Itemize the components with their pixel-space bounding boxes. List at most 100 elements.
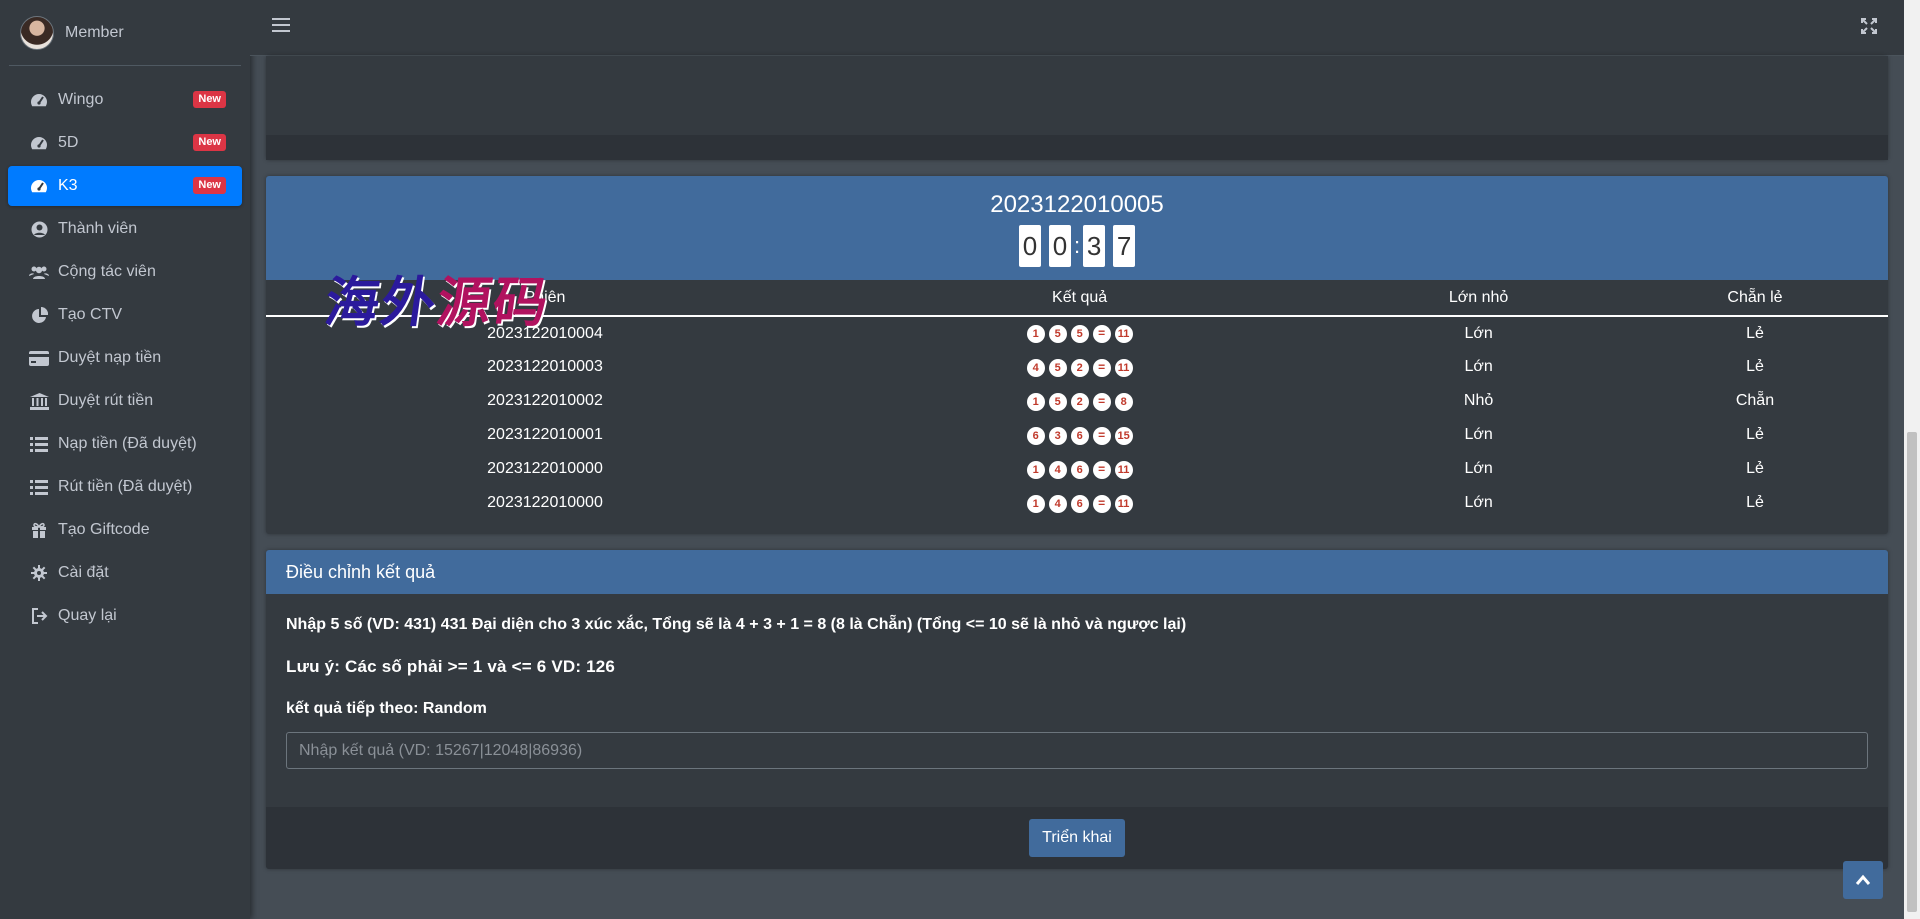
size-cell: Lớn	[1464, 358, 1493, 375]
die-value: 2	[1070, 358, 1089, 377]
sidebar-item-label: Duyệt rút tiền	[58, 392, 154, 409]
sidebar-item-t-o-ctv[interactable]: Tạo CTV	[8, 295, 242, 335]
equals-sign: =	[1092, 358, 1111, 377]
dice-result: 1 5 5 = 11	[1026, 325, 1133, 343]
results-table: Phiên Kết quả Lớn nhỏ Chẵn lẻ 2023122010…	[266, 280, 1888, 520]
die-value: 1	[1026, 392, 1045, 411]
adjust-card: Điều chỉnh kết quả Nhập 5 số (VD: 431) 4…	[266, 550, 1888, 869]
die-value: 6	[1026, 426, 1045, 445]
die-value: 1	[1026, 460, 1045, 479]
page-scrollbar[interactable]	[1904, 0, 1920, 919]
sidebar-item-r-t-ti-n-duy-t[interactable]: Rút tiền (Đã duyệt)	[8, 467, 242, 507]
timer-digit: 7	[1113, 225, 1136, 267]
size-cell: Lớn	[1464, 494, 1493, 511]
sidebar-item-label: 5D	[58, 134, 79, 151]
main-content: 2023122010005 0 0 : 3 7 Phiên Kết quả Lớ…	[266, 56, 1888, 869]
results-table-wrap: Phiên Kết quả Lớn nhỏ Chẵn lẻ 2023122010…	[266, 280, 1888, 534]
session-cell: 2023122010002	[487, 392, 603, 409]
equals-sign: =	[1092, 325, 1111, 343]
bank-icon	[28, 392, 50, 410]
menu-toggle-icon[interactable]	[272, 18, 290, 34]
sidebar-item-t-o-giftcode[interactable]: Tạo Giftcode	[8, 510, 242, 550]
result-input[interactable]	[286, 732, 1868, 769]
col-header-result: Kết quả	[824, 280, 1336, 317]
user-circle-icon	[28, 220, 50, 238]
die-value: 5	[1048, 325, 1067, 343]
table-row: 2023122010000 1 4 6 = 11 Lớn Lẻ	[266, 452, 1888, 486]
gift-icon	[28, 521, 50, 539]
die-value: 6	[1070, 460, 1089, 479]
top-card-footer	[266, 136, 1888, 160]
parity-cell: Lẻ	[1746, 494, 1764, 511]
adjust-body: Nhập 5 số (VD: 431) 431 Đại diện cho 3 x…	[266, 594, 1888, 807]
dice-total: 11	[1114, 460, 1133, 479]
table-row: 2023122010004 1 5 5 = 11 Lớn Lẻ	[266, 316, 1888, 350]
table-row: 2023122010000 1 4 6 = 11 Lớn Lẻ	[266, 486, 1888, 520]
dice-result: 1 4 6 = 11	[1026, 494, 1133, 513]
result-cell: 4 5 2 = 11	[824, 350, 1335, 384]
size-cell: Nhỏ	[1463, 392, 1494, 409]
sidebar-item-label: Wingo	[58, 91, 104, 108]
table-row: 2023122010003 4 5 2 = 11 Lớn Lẻ	[266, 350, 1888, 384]
result-cell: 1 5 5 = 11	[824, 316, 1335, 350]
deploy-button[interactable]: Triển khai	[1029, 819, 1125, 857]
adjust-title: Điều chỉnh kết quả	[266, 550, 1888, 594]
sign-out-icon	[28, 607, 50, 625]
sidebar-item-duy-t-n-p-ti-n[interactable]: Duyệt nạp tiền	[8, 338, 242, 378]
sidebar-item-5d[interactable]: 5D New	[8, 123, 242, 163]
dice-total: 11	[1114, 325, 1133, 343]
avatar[interactable]	[20, 15, 54, 50]
sidebar-nav: Wingo New 5D New K3 New Thành viên Cộng tác viê…	[0, 66, 250, 636]
list-icon	[28, 478, 50, 496]
timer-digit: 0	[1018, 225, 1041, 267]
top-card-body	[266, 56, 1888, 136]
die-value: 1	[1026, 494, 1045, 513]
size-cell: Lớn	[1464, 460, 1493, 477]
sidebar-item-c-i-t[interactable]: Cài đặt	[8, 553, 242, 593]
col-header-size: Lớn nhỏ	[1335, 280, 1622, 317]
sidebar-item-duy-t-r-t-ti-n[interactable]: Duyệt rút tiền	[8, 381, 242, 421]
back-to-top-button[interactable]	[1843, 861, 1883, 899]
table-row: 2023122010002 1 5 2 = 8 Nhỏ Chẵn	[266, 384, 1888, 418]
die-value: 1	[1026, 325, 1045, 343]
sidebar-item-n-p-ti-n-duy-t[interactable]: Nạp tiền (Đã duyệt)	[8, 424, 242, 464]
die-value: 2	[1070, 392, 1089, 411]
sidebar-item-th-nh-vi-n[interactable]: Thành viên	[8, 209, 242, 249]
sidebar-item-label: Quay lại	[58, 607, 117, 624]
result-cell: 1 4 6 = 11	[824, 486, 1335, 520]
round-header: 2023122010005 0 0 : 3 7	[266, 176, 1888, 280]
sidebar-item-quay-l-i[interactable]: Quay lại	[8, 596, 242, 636]
dice-result: 6 3 6 = 15	[1026, 426, 1133, 445]
session-cell: 2023122010001	[487, 426, 603, 443]
tachometer-icon	[28, 91, 50, 109]
size-cell: Lớn	[1464, 324, 1493, 342]
users-icon	[28, 263, 50, 281]
timer-digit: 0	[1048, 225, 1071, 267]
sidebar-item-label: Cộng tác viên	[58, 263, 156, 280]
credit-card-icon	[28, 349, 50, 367]
result-cell: 1 4 6 = 11	[824, 452, 1335, 486]
die-value: 4	[1048, 494, 1067, 513]
user-name[interactable]: Member	[65, 24, 124, 42]
equals-sign: =	[1092, 392, 1111, 411]
session-cell: 2023122010000	[487, 494, 603, 511]
parity-cell: Lẻ	[1746, 426, 1764, 443]
sidebar-item-k3[interactable]: K3 New	[8, 166, 242, 206]
dice-total: 8	[1114, 392, 1133, 411]
session-cell: 2023122010003	[487, 358, 603, 375]
fullscreen-icon[interactable]	[1860, 17, 1878, 35]
parity-cell: Chẵn	[1735, 392, 1775, 409]
user-panel[interactable]: Member	[9, 0, 241, 66]
dice-result: 1 4 6 = 11	[1026, 460, 1133, 479]
equals-sign: =	[1092, 426, 1111, 445]
next-result-label: kết quả tiếp theo: Random	[286, 700, 487, 717]
sidebar-item-c-ng-t-c-vi-n[interactable]: Cộng tác viên	[8, 252, 242, 292]
session-cell: 2023122010000	[487, 460, 603, 477]
die-value: 6	[1070, 426, 1089, 445]
sidebar-item-wingo[interactable]: Wingo New	[8, 80, 242, 120]
sidebar: Member Wingo New 5D New K3 New Thành viên Cộng …	[0, 0, 250, 919]
scrollbar-thumb[interactable]	[1907, 432, 1917, 912]
result-cell: 1 5 2 = 8	[824, 384, 1335, 418]
equals-sign: =	[1092, 460, 1111, 479]
dice-total: 11	[1114, 494, 1133, 513]
